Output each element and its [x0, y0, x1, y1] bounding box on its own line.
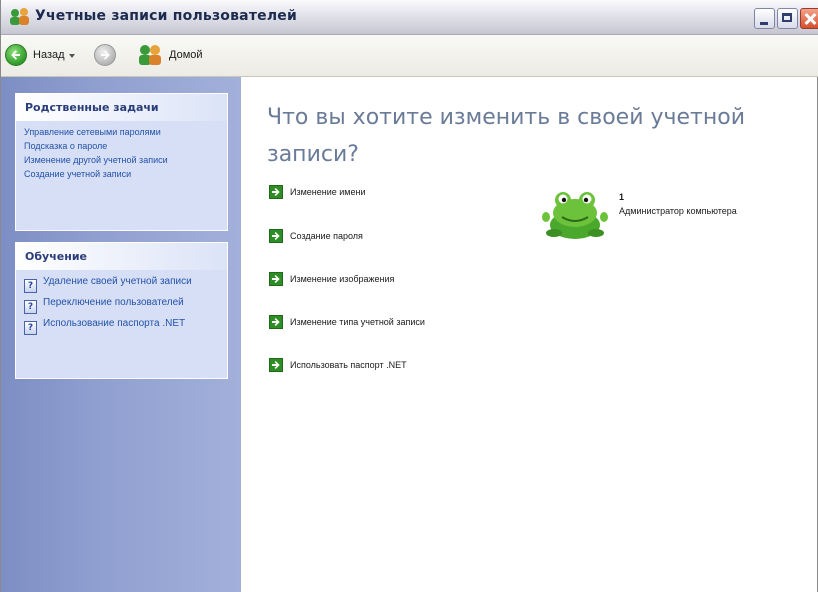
task-create-password[interactable]: Создание пароля: [269, 228, 363, 244]
page-title: Что вы хотите изменить в своей учетной з…: [267, 105, 746, 167]
task-arrow-icon: [269, 185, 283, 199]
maximize-button[interactable]: [777, 8, 798, 29]
related-task-link[interactable]: Создание учетной записи: [24, 169, 219, 180]
task-change-account-type[interactable]: Изменение типа учетной записи: [269, 314, 425, 330]
task-arrow-icon: [269, 315, 283, 329]
learn-heading[interactable]: Обучение: [16, 243, 227, 270]
user-accounts-home-icon: [139, 45, 161, 65]
learn-panel: Обучение ? Удаление своей учетной записи…: [15, 242, 228, 379]
related-tasks-heading[interactable]: Родственные задачи: [16, 94, 227, 121]
window-title: Учетные записи пользователей: [35, 8, 297, 24]
title-bar[interactable]: Учетные записи пользователей: [1, 0, 818, 35]
learn-item-label: Использование паспорта .NET: [43, 318, 186, 329]
home-button[interactable]: Домой: [137, 43, 203, 67]
learn-item-net-passport[interactable]: ? Использование паспорта .NET: [24, 318, 219, 335]
task-change-name[interactable]: Изменение имени: [269, 184, 366, 200]
home-button-label: Домой: [169, 49, 203, 61]
account-type: Администратор компьютера: [619, 206, 737, 216]
help-icon: ?: [24, 321, 37, 335]
user-accounts-icon: [10, 8, 29, 25]
help-icon: ?: [24, 300, 37, 314]
task-label: Создание пароля: [290, 231, 363, 241]
learn-item-label: Удаление своей учетной записи: [43, 276, 192, 287]
task-label: Изменение имени: [290, 187, 366, 197]
related-task-link[interactable]: Подсказка о пароле: [24, 141, 219, 152]
task-label: Изменение изображения: [290, 274, 395, 284]
task-use-net-passport[interactable]: Использовать паспорт .NET: [269, 357, 407, 373]
toolbar: Назад Домой: [1, 35, 818, 77]
task-label: Использовать паспорт .NET: [290, 360, 407, 370]
learn-item-delete-account[interactable]: ? Удаление своей учетной записи: [24, 276, 219, 293]
task-change-picture[interactable]: Изменение изображения: [269, 271, 394, 287]
help-icon: ?: [24, 279, 37, 293]
user-accounts-window: Учетные записи пользователей Назад Домой…: [0, 0, 818, 592]
learn-item-label: Переключение пользователей: [43, 297, 184, 308]
close-button[interactable]: [800, 8, 818, 29]
task-arrow-icon: [269, 272, 283, 286]
task-label: Изменение типа учетной записи: [290, 317, 425, 327]
account-name: 1: [619, 192, 625, 202]
learn-item-switch-users[interactable]: ? Переключение пользователей: [24, 297, 219, 314]
back-button-label: Назад: [33, 49, 65, 61]
frog-icon[interactable]: [542, 189, 608, 241]
back-button[interactable]: Назад: [5, 43, 75, 67]
back-dropdown-icon[interactable]: [68, 53, 75, 58]
minimize-button[interactable]: [754, 8, 775, 29]
back-arrow-icon: [5, 44, 27, 66]
forward-button[interactable]: [94, 43, 116, 67]
related-task-link[interactable]: Изменение другой учетной записи: [24, 155, 219, 166]
related-tasks-panel: Родственные задачи Управление сетевыми п…: [15, 93, 228, 231]
task-arrow-icon: [269, 358, 283, 372]
task-pane: Родственные задачи Управление сетевыми п…: [1, 77, 241, 592]
forward-arrow-icon: [94, 44, 116, 66]
related-task-link[interactable]: Управление сетевыми паролями: [24, 127, 219, 138]
task-arrow-icon: [269, 229, 283, 243]
